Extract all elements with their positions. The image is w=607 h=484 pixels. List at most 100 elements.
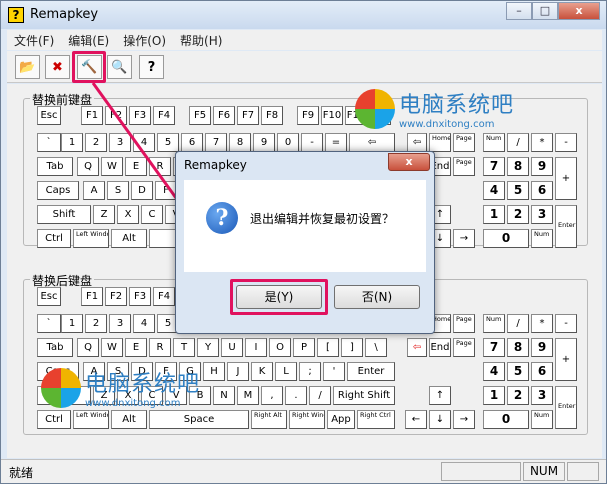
keyboard-key[interactable]: X [117,205,139,224]
keyboard-key[interactable]: Enter [555,205,577,248]
keyboard-key[interactable]: Esc [37,106,61,125]
keyboard-key[interactable]: F10 [321,106,343,125]
keyboard-key[interactable]: Home [429,133,451,152]
keyboard-key[interactable]: 3 [109,133,131,152]
keyboard-key[interactable]: ` [37,314,61,333]
keyboard-key[interactable]: E [125,157,147,176]
keyboard-key[interactable]: R [149,157,171,176]
keyboard-key[interactable]: 9 [253,133,275,152]
keyboard-key[interactable]: 8 [507,157,529,176]
keyboard-key[interactable]: ↑ [429,386,451,405]
menu-action[interactable]: 操作(O) [116,32,173,49]
menu-edit[interactable]: 编辑(E) [61,32,116,49]
keyboard-key[interactable]: I [245,338,267,357]
keyboard-key[interactable]: / [507,133,529,152]
menu-help[interactable]: 帮助(H) [173,32,229,49]
keyboard-key[interactable]: Ctrl [37,410,71,429]
keyboard-key[interactable]: 5 [507,362,529,381]
keyboard-key[interactable]: F2 [105,106,127,125]
keyboard-key[interactable]: F8 [261,106,283,125]
keyboard-key[interactable]: Right Shift [333,386,395,405]
keyboard-key[interactable]: M [237,386,259,405]
keyboard-key[interactable]: R [149,338,171,357]
keyboard-key[interactable]: 4 [483,362,505,381]
keyboard-key[interactable]: N [213,386,235,405]
keyboard-key[interactable]: 3 [531,205,553,224]
keyboard-key[interactable]: Caps [37,181,79,200]
keyboard-key[interactable]: 6 [531,181,553,200]
search-tool[interactable]: 🔍 [107,55,132,79]
keyboard-key[interactable]: ⇦ [407,338,427,357]
keyboard-key[interactable]: F3 [129,106,151,125]
keyboard-key[interactable]: Y [197,338,219,357]
keyboard-key[interactable]: - [555,133,577,152]
keyboard-key[interactable]: F4 [153,106,175,125]
keyboard-key[interactable]: F2 [105,287,127,306]
keyboard-key[interactable]: , [261,386,283,405]
menu-file[interactable]: 文件(F) [7,32,61,49]
exit-tool[interactable]: ✖ [45,55,70,79]
keyboard-key[interactable]: Alt [111,229,147,248]
keyboard-key[interactable]: Left Windows [73,410,109,429]
keyboard-key[interactable]: F3 [129,287,151,306]
keyboard-key[interactable]: Space [149,410,249,429]
keyboard-key[interactable]: H [203,362,225,381]
keyboard-key[interactable]: Left Windows [73,229,109,248]
keyboard-key[interactable]: 1 [483,386,505,405]
keyboard-key[interactable]: ` [37,133,61,152]
keyboard-key[interactable]: 0 [483,410,529,429]
keyboard-key[interactable]: 5 [507,181,529,200]
keyboard-key[interactable]: 8 [229,133,251,152]
keyboard-key[interactable]: 7 [205,133,227,152]
keyboard-key[interactable]: 4 [133,133,155,152]
keyboard-key[interactable]: W [101,157,123,176]
keyboard-key[interactable]: 2 [507,386,529,405]
keyboard-key[interactable]: T [173,338,195,357]
keyboard-key[interactable]: 2 [85,133,107,152]
keyboard-key[interactable]: Ctrl [37,229,71,248]
keyboard-key[interactable]: → [453,410,475,429]
keyboard-key[interactable]: 9 [531,157,553,176]
keyboard-key[interactable]: F6 [213,106,235,125]
keyboard-key[interactable]: Num Lock [483,314,505,333]
keyboard-key[interactable]: Page Down [453,338,475,357]
keyboard-key[interactable]: O [269,338,291,357]
keyboard-key[interactable]: * [531,314,553,333]
keyboard-key[interactable]: Z [93,205,115,224]
keyboard-key[interactable]: Right Ctrl [357,410,395,429]
keyboard-key[interactable]: Enter [347,362,395,381]
keyboard-key[interactable]: 5 [157,133,179,152]
no-button[interactable]: 否(N) [334,285,420,309]
keyboard-key[interactable]: J [227,362,249,381]
keyboard-key[interactable]: ' [323,362,345,381]
close-button[interactable]: x [558,2,600,20]
keyboard-key[interactable]: A [83,181,105,200]
keyboard-key[interactable]: + [555,338,577,381]
keyboard-key[interactable]: Shift [37,205,91,224]
keyboard-key[interactable]: 3 [109,314,131,333]
keyboard-key[interactable]: S [107,181,129,200]
keyboard-key[interactable]: 4 [483,181,505,200]
keyboard-key[interactable]: 6 [181,133,203,152]
keyboard-key[interactable]: Enter [555,386,577,429]
keyboard-key[interactable]: \ [365,338,387,357]
keyboard-key[interactable]: Esc [37,287,61,306]
keyboard-key[interactable]: - [301,133,323,152]
keyboard-key[interactable]: - [555,314,577,333]
keyboard-key[interactable]: 6 [531,362,553,381]
keyboard-key[interactable]: Q [77,338,99,357]
keyboard-key[interactable]: End [429,338,451,357]
keyboard-key[interactable]: F4 [153,287,175,306]
keyboard-key[interactable]: P [293,338,315,357]
keyboard-key[interactable]: U [221,338,243,357]
keyboard-key[interactable]: F5 [189,106,211,125]
keyboard-key[interactable]: 1 [61,133,83,152]
keyboard-key[interactable]: 2 [85,314,107,333]
keyboard-key[interactable]: 7 [483,338,505,357]
keyboard-key[interactable]: [ [317,338,339,357]
keyboard-key[interactable]: ↓ [429,410,451,429]
keyboard-key[interactable]: Q [77,157,99,176]
keyboard-key[interactable]: 7 [483,157,505,176]
keyboard-key[interactable]: . [285,386,307,405]
keyboard-key[interactable]: W [101,338,123,357]
